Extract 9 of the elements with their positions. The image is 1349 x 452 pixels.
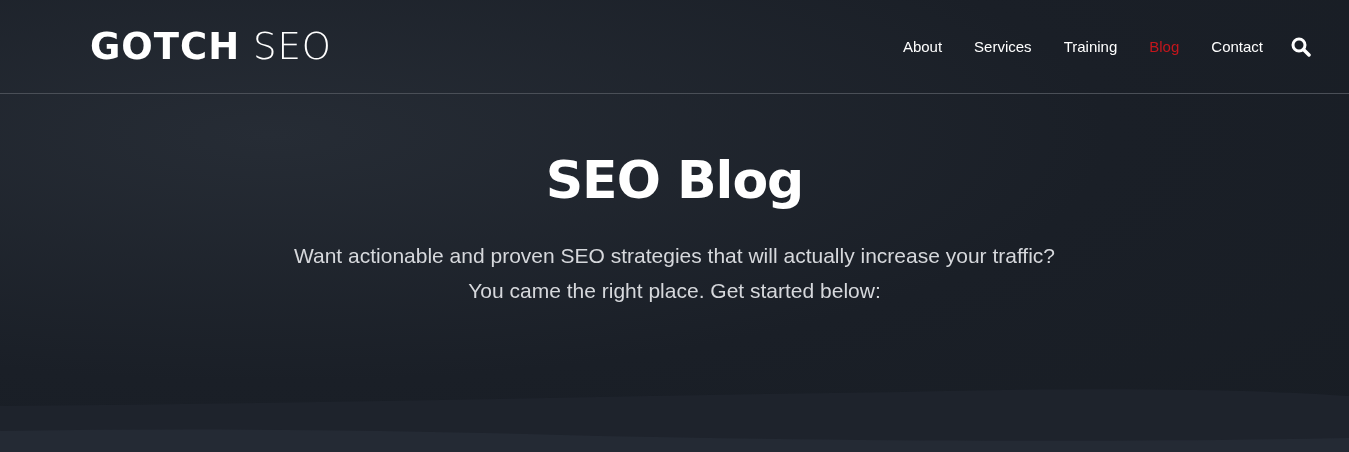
nav-link[interactable]: Services xyxy=(958,38,1048,55)
nav-link[interactable]: Contact xyxy=(1195,38,1279,55)
search-icon[interactable] xyxy=(1291,36,1311,57)
intro-text: You came the right place. Get started below: xyxy=(468,278,881,304)
nav-link[interactable]: Training xyxy=(1047,38,1134,55)
logo[interactable]: GOTCH SEO xyxy=(90,25,332,68)
intro-text: Want actionable and proven SEO strategies that will actually increase your traffic? xyxy=(293,243,1056,269)
nav-link[interactable]: About xyxy=(886,38,959,55)
page-title: SEO Blog xyxy=(545,150,804,210)
